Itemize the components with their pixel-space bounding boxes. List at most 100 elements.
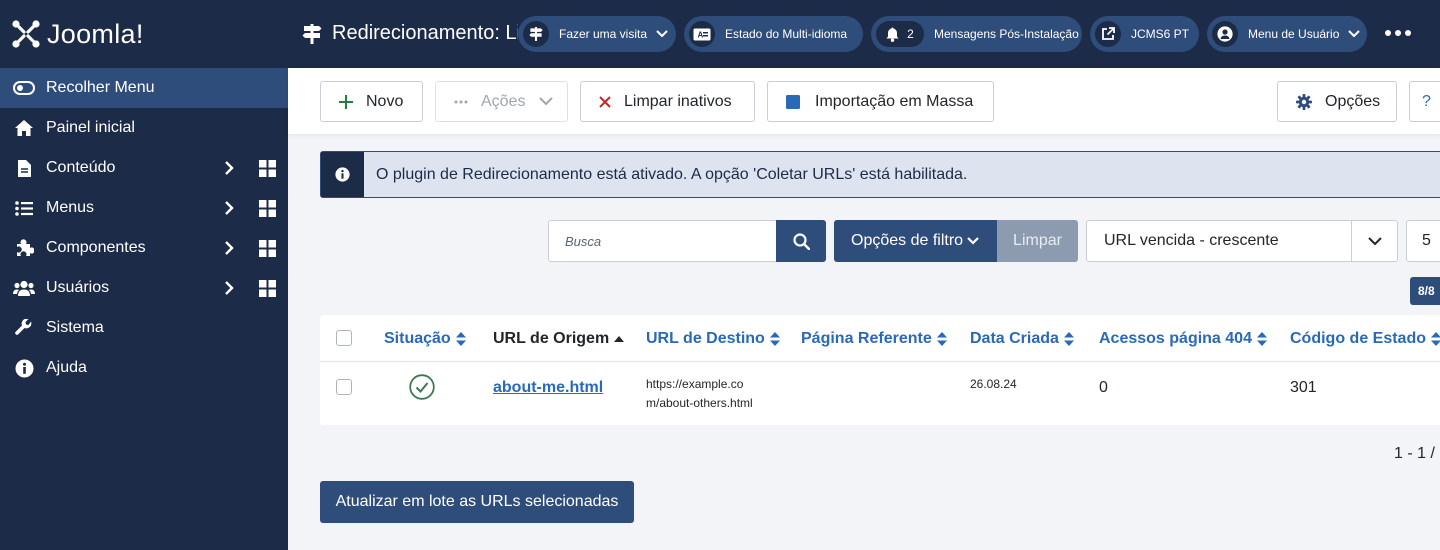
sidebar-item-components[interactable]: Componentes [0, 228, 288, 268]
chevron-down-icon [539, 97, 554, 106]
chevron-right-icon[interactable] [224, 280, 234, 296]
chevron-right-icon[interactable] [224, 200, 234, 216]
sidebar-item-collapse-menu[interactable]: Recolher Menu [0, 68, 288, 108]
actions-label: Ações [481, 92, 526, 110]
list-icon [13, 197, 35, 219]
help-label: ? [1422, 92, 1431, 110]
new-button[interactable]: Novo [320, 81, 423, 122]
grid-icon[interactable] [259, 280, 276, 297]
bulk-import-button[interactable]: Importação em Massa [767, 81, 994, 122]
bell-icon: 2 [876, 21, 924, 47]
column-new-url[interactable]: URL de Destino [646, 330, 780, 348]
info-icon [13, 357, 35, 379]
external-link-icon [1095, 21, 1121, 47]
sidebar-item-label: Recolher Menu [46, 79, 155, 96]
signpost-icon [523, 21, 549, 47]
home-icon [13, 117, 35, 139]
sidebar-item-system[interactable]: Sistema [0, 308, 288, 348]
help-button[interactable]: ? [1409, 81, 1440, 122]
column-created-date[interactable]: Data Criada [970, 330, 1074, 348]
grid-icon[interactable] [259, 200, 276, 217]
column-status-label: Situação [384, 330, 451, 347]
guided-tour-button[interactable]: Fazer uma visita [518, 16, 676, 52]
options-button[interactable]: Opções [1277, 81, 1397, 122]
sidebar-item-label: Menus [46, 199, 95, 216]
toolbar: Novo Ações Limpar inativos Importação em… [288, 68, 1440, 134]
column-status-code-label: Código de Estado [1290, 330, 1426, 347]
purge-button[interactable]: Limpar inativos [580, 81, 755, 122]
brand-name: Joomla! [47, 18, 144, 49]
new-url-line: m/about-others.html [646, 396, 753, 410]
column-new-url-label: URL de Destino [646, 330, 765, 347]
column-status-code[interactable]: Código de Estado [1290, 330, 1440, 348]
column-old-url[interactable]: URL de Origem [493, 330, 625, 348]
sort-order-value: URL vencida - crescente [1104, 232, 1279, 249]
new-label: Novo [366, 92, 404, 110]
sort-icon [936, 332, 947, 346]
svg-text:A: A [698, 30, 704, 39]
new-url-line: https://example.co [646, 377, 744, 391]
post-install-messages-button[interactable]: 2 Mensagens Pós-Instalação [871, 16, 1082, 52]
select-all-checkbox[interactable] [336, 330, 352, 346]
chevron-down-icon [1348, 30, 1361, 38]
more-options-icon[interactable] [1385, 30, 1411, 36]
column-status[interactable]: Situação [384, 330, 466, 348]
plugin-status-alert: O plugin de Redirecionamento está ativad… [320, 151, 1440, 198]
published-check-icon[interactable] [409, 374, 435, 400]
site-label: JCMS6 PT [1131, 27, 1190, 41]
column-404-hits[interactable]: Acessos página 404 [1099, 330, 1267, 348]
sidebar-item-content[interactable]: Conteúdo [0, 148, 288, 188]
ellipsis-icon [454, 100, 468, 104]
chevron-right-icon[interactable] [224, 160, 234, 176]
new-url-cell: https://example.co m/about-others.html [646, 375, 753, 413]
created-date-cell: 26.08.24 [970, 377, 1017, 391]
gear-icon [1296, 93, 1312, 110]
list-limit-select[interactable]: 5 [1406, 220, 1440, 262]
grid-icon[interactable] [259, 240, 276, 257]
clear-filters-button[interactable]: Limpar [997, 220, 1078, 262]
filter-options-button[interactable]: Opções de filtro [834, 220, 998, 262]
user-icon [1212, 21, 1238, 47]
sidebar-item-label: Conteúdo [46, 159, 116, 176]
user-menu-button[interactable]: Menu de Usuário [1207, 16, 1367, 52]
chevron-right-icon[interactable] [224, 240, 234, 256]
sort-asc-icon [614, 335, 625, 342]
sidebar-item-menus[interactable]: Menus [0, 188, 288, 228]
sidebar-item-users[interactable]: Usuários [0, 268, 288, 308]
column-referer[interactable]: Página Referente [801, 330, 947, 348]
chevron-down-icon [1351, 221, 1398, 261]
search-button[interactable] [776, 220, 826, 262]
results-count-badge: 8/8 [1410, 277, 1440, 305]
column-old-url-label: URL de Origem [493, 330, 610, 347]
sidebar-item-help[interactable]: Ajuda [0, 348, 288, 388]
sort-icon [1431, 332, 1440, 346]
joomla-logo-icon [12, 20, 40, 48]
sidebar-item-home-dashboard[interactable]: Painel inicial [0, 108, 288, 148]
chevron-down-icon [967, 237, 979, 245]
joomla-logo[interactable]: Joomla! [0, 0, 288, 68]
sidebar-item-label: Ajuda [46, 359, 87, 376]
toggle-icon [13, 77, 35, 99]
header-bar: Redirecionamento: Links Fazer uma visita… [288, 0, 1440, 68]
search-input[interactable] [548, 220, 777, 262]
sidebar-item-label: Sistema [46, 319, 104, 336]
sort-icon [1256, 332, 1267, 346]
actions-dropdown[interactable]: Ações [435, 81, 568, 122]
multilanguage-status-button[interactable]: A Estado do Multi-idioma [684, 16, 863, 52]
row-checkbox[interactable] [336, 379, 352, 395]
sidebar-item-label: Usuários [46, 279, 110, 296]
hits-cell: 0 [1099, 379, 1108, 396]
status-code-cell: 301 [1290, 379, 1317, 396]
options-label: Opções [1325, 92, 1381, 110]
old-url-link[interactable]: about-me.html [493, 379, 603, 397]
language-icon: A [689, 21, 715, 47]
sort-order-select[interactable]: URL vencida - crescente [1086, 220, 1398, 262]
view-site-button[interactable]: JCMS6 PT [1090, 16, 1199, 52]
grid-icon[interactable] [259, 160, 276, 177]
sidebar-item-label: Painel inicial [46, 119, 135, 136]
batch-update-button[interactable]: Atualizar em lote as URLs selecionadas [320, 481, 634, 523]
wrench-icon [13, 317, 35, 339]
users-icon [13, 277, 35, 299]
user-menu-label: Menu de Usuário [1248, 27, 1340, 41]
info-icon [321, 152, 364, 197]
